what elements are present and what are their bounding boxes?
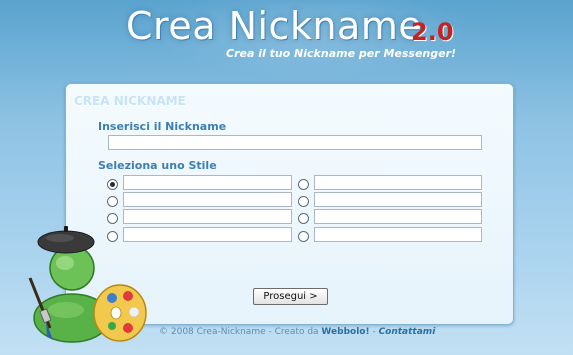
style-preview-6[interactable] [314, 192, 482, 207]
site-logo: Crea Nickname 2.0 [126, 4, 486, 52]
copyright-text: © 2008 Crea-Nickname - Creato da [159, 327, 322, 337]
style-radio-1[interactable] [107, 179, 118, 190]
style-preview-2[interactable] [123, 192, 292, 207]
style-radio-2[interactable] [107, 196, 118, 207]
style-preview-8[interactable] [314, 227, 482, 242]
submit-button[interactable]: Prosegui > [253, 288, 328, 305]
style-preview-7[interactable] [314, 209, 482, 224]
messenger-painter-mascot-icon [28, 226, 147, 343]
panel-title: CREA NICKNAME [74, 94, 186, 108]
style-radio-5[interactable] [298, 179, 309, 190]
style-radio-8[interactable] [298, 231, 309, 242]
nickname-label: Inserisci il Nickname [98, 120, 227, 133]
footer: © 2008 Crea-Nickname - Creato da Webbolo… [159, 327, 435, 337]
style-preview-1[interactable] [123, 175, 292, 190]
style-preview-5[interactable] [314, 175, 482, 190]
footer-separator: - [369, 327, 379, 337]
site-title: Crea Nickname [126, 4, 423, 48]
author-link[interactable]: Webbolo! [321, 327, 369, 337]
style-radio-7[interactable] [298, 213, 309, 224]
style-label: Seleziona uno Stile [98, 159, 217, 172]
contact-link[interactable]: Contattami [379, 327, 436, 337]
site-subtitle: Crea il tuo Nickname per Messenger! [226, 47, 457, 60]
site-version: 2.0 [411, 18, 454, 46]
style-radio-6[interactable] [298, 196, 309, 207]
nickname-input[interactable] [108, 135, 482, 150]
